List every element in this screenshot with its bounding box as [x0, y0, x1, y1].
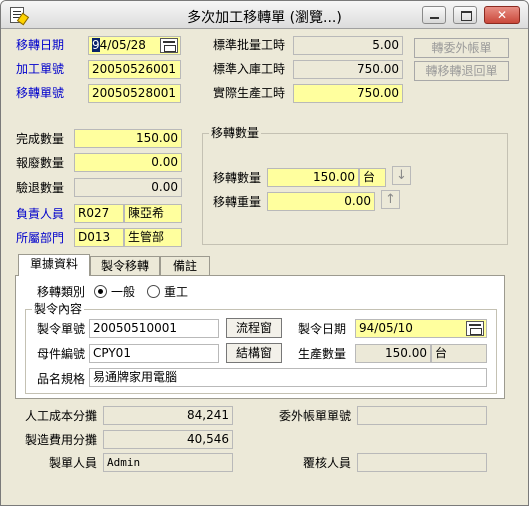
reviewer-label: 覆核人員 — [303, 456, 352, 470]
actual-hours-field[interactable]: 750.00 — [293, 84, 403, 103]
radio-rework-label: 重工 — [164, 285, 189, 299]
flow-window-button[interactable]: 流程窗 — [226, 318, 282, 338]
transfer-no-label: 移轉單號 — [16, 86, 65, 100]
transfer-unit-field[interactable]: 台 — [359, 168, 386, 187]
dept-name-field[interactable]: 生管部 — [124, 228, 182, 247]
calendar-icon[interactable] — [160, 38, 178, 53]
spec-field[interactable]: 易通牌家用電腦 — [89, 368, 487, 387]
order-no-label: 製令單號 — [37, 322, 86, 336]
transfer-no-field[interactable]: 20050528001 — [88, 84, 181, 103]
std-inbound-hours-label: 標準入庫工時 — [213, 62, 286, 76]
done-qty-field[interactable]: 150.00 — [74, 129, 182, 148]
transfer-date-selected-char: 9 — [92, 38, 100, 52]
actual-hours-label: 實際生產工時 — [213, 86, 286, 100]
scrap-qty-label: 報廢數量 — [16, 156, 65, 170]
reject-qty-field: 0.00 — [74, 178, 182, 197]
prod-unit-field: 台 — [431, 344, 487, 363]
radio-normal-label: 一般 — [111, 285, 136, 299]
radio-normal[interactable] — [94, 285, 107, 298]
transfer-window: 多次加工移轉單 (瀏覽...) 移轉日期 94/05/28 加工單號 20050… — [0, 0, 529, 506]
tab-document-data[interactable]: 單據資料 — [18, 254, 90, 276]
to-transfer-return-button[interactable]: 轉移轉退回單 — [414, 61, 509, 81]
to-outsource-bill-button[interactable]: 轉委外帳單 — [414, 38, 509, 58]
close-button[interactable] — [484, 6, 520, 24]
structure-window-button[interactable]: 結構窗 — [226, 343, 282, 363]
overhead-cost-field: 40,546 — [103, 430, 233, 449]
owner-name-field[interactable]: 陳亞希 — [124, 204, 182, 223]
order-date-label: 製令日期 — [298, 322, 347, 336]
owner-code-field[interactable]: R027 — [74, 204, 124, 223]
order-no-field[interactable]: 20050510001 — [89, 319, 219, 338]
process-no-field[interactable]: 20050526001 — [88, 60, 181, 79]
prod-qty-field: 150.00 — [355, 344, 431, 363]
transfer-qty-field[interactable]: 150.00 — [267, 168, 359, 187]
parent-no-field[interactable]: CPY01 — [89, 344, 219, 363]
labor-cost-label: 人工成本分攤 — [25, 409, 98, 423]
down-arrow-icon[interactable]: ↓ — [392, 166, 411, 185]
done-qty-label: 完成數量 — [16, 132, 65, 146]
dept-label: 所屬部門 — [16, 231, 65, 245]
transfer-date-value: 4/05/28 — [99, 38, 146, 52]
parent-no-label: 母件編號 — [37, 347, 86, 361]
up-arrow-icon[interactable]: ↑ — [381, 190, 400, 209]
maker-label: 製單人員 — [49, 456, 98, 470]
scrap-qty-field[interactable]: 0.00 — [74, 153, 182, 172]
prod-qty-label: 生產數量 — [298, 347, 347, 361]
reject-qty-label: 驗退數量 — [16, 181, 65, 195]
std-batch-hours-field: 5.00 — [293, 36, 403, 55]
transfer-qty-group — [202, 133, 508, 245]
outsource-bill-no-label: 委外帳單單號 — [279, 409, 352, 423]
title-bar[interactable]: 多次加工移轉單 (瀏覽...) — [1, 1, 528, 29]
spec-label: 品名規格 — [37, 372, 86, 386]
calendar-icon[interactable] — [466, 321, 484, 336]
dept-code-field[interactable]: D013 — [74, 228, 124, 247]
transfer-weight-field[interactable]: 0.00 — [267, 192, 375, 211]
transfer-type-label: 移轉類別 — [37, 285, 86, 299]
std-inbound-hours-field: 750.00 — [293, 60, 403, 79]
owner-label: 負責人員 — [16, 207, 65, 221]
minimize-button[interactable] — [422, 6, 446, 24]
process-no-label: 加工單號 — [16, 62, 65, 76]
outsource-bill-no-field — [357, 406, 487, 425]
tab-order-transfer[interactable]: 製令移轉 — [90, 256, 160, 276]
tab-notes[interactable]: 備註 — [160, 256, 210, 276]
maximize-button[interactable] — [453, 6, 477, 24]
std-batch-hours-label: 標準批量工時 — [213, 38, 286, 52]
order-content-title: 製令內容 — [32, 302, 85, 316]
transfer-weight-label: 移轉重量 — [213, 195, 262, 209]
overhead-cost-label: 製造費用分攤 — [25, 433, 98, 447]
transfer-date-label: 移轉日期 — [16, 38, 65, 52]
radio-rework[interactable] — [147, 285, 160, 298]
reviewer-field — [357, 453, 487, 472]
labor-cost-field: 84,241 — [103, 406, 233, 425]
window-title: 多次加工移轉單 (瀏覽...) — [187, 10, 342, 26]
transfer-qty-group-title: 移轉數量 — [209, 126, 262, 140]
maker-field: Admin — [103, 453, 233, 472]
transfer-qty-label: 移轉數量 — [213, 171, 262, 185]
